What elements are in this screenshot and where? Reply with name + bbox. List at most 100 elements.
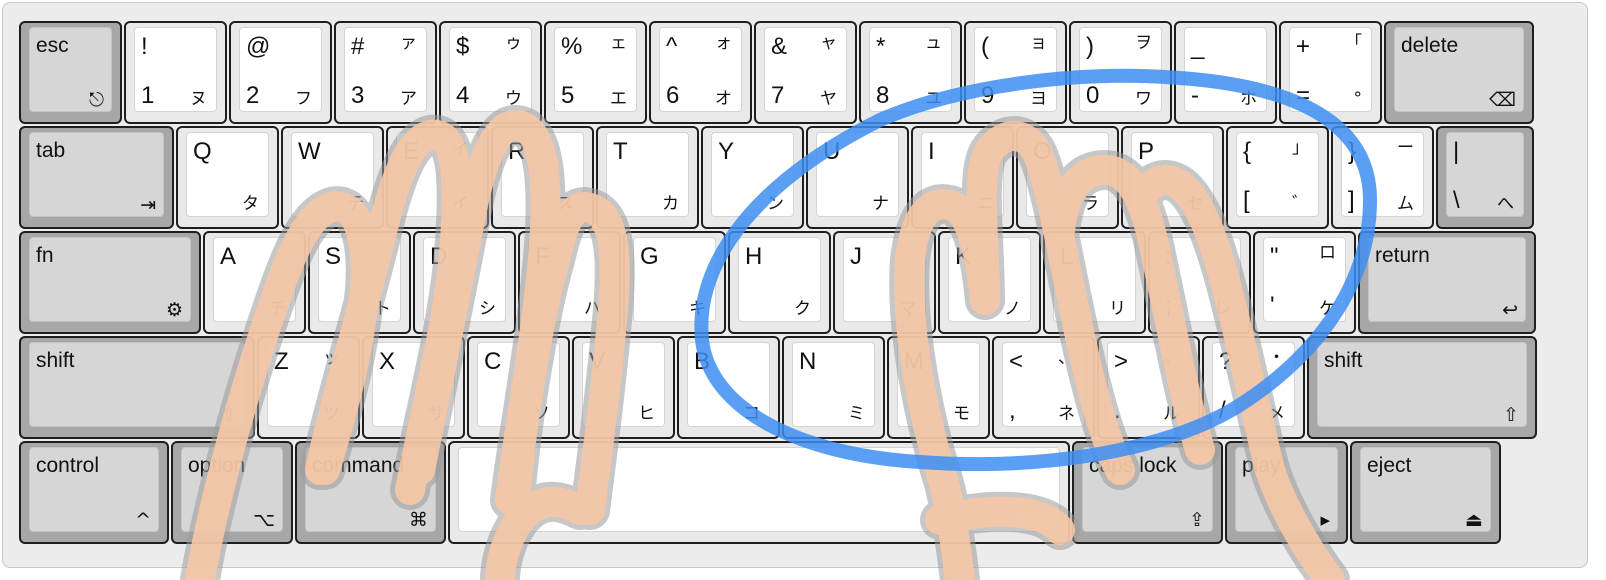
- key-shift-legend: L: [1060, 243, 1074, 270]
- key-main-legend: 3: [351, 82, 365, 109]
- key-d[interactable]: Dシ: [413, 231, 516, 334]
- key-label: fn: [36, 244, 54, 267]
- key-c[interactable]: Cソ: [467, 336, 570, 439]
- key-i[interactable]: Iニ: [911, 126, 1014, 229]
- key-lshift[interactable]: shift ⇧: [19, 336, 255, 439]
- key-kana-legend: テ: [347, 194, 364, 214]
- key-shift-legend: J: [850, 243, 862, 270]
- key-5[interactable]: % ェ 5 エ: [544, 21, 647, 124]
- key-a[interactable]: Aチ: [203, 231, 306, 334]
- key-k[interactable]: Kノ: [938, 231, 1041, 334]
- key-2[interactable]: @2 フ: [229, 21, 332, 124]
- key-m[interactable]: Mモ: [887, 336, 990, 439]
- key-minus[interactable]: _ - ホ: [1174, 21, 1277, 124]
- key-0[interactable]: ) ヲ 0 ワ: [1069, 21, 1172, 124]
- key-shift-legend: C: [484, 348, 502, 375]
- key-8[interactable]: * ュ 8 ユ: [859, 21, 962, 124]
- key-rshift[interactable]: shift ⇧: [1307, 336, 1537, 439]
- key-shift-legend: <: [1009, 348, 1024, 375]
- key-capslock[interactable]: caps lock ⇪: [1072, 441, 1223, 544]
- key-w[interactable]: Wテ: [281, 126, 384, 229]
- key-option[interactable]: option ⌥: [171, 441, 293, 544]
- key-shift-legend: {: [1243, 138, 1252, 165]
- key-shift-legend: @: [246, 33, 271, 60]
- key-n[interactable]: Nミ: [782, 336, 885, 439]
- key-kana-legend: ヨ: [1030, 89, 1047, 109]
- key-label: command: [312, 454, 405, 477]
- key-shift-legend: A: [220, 243, 237, 270]
- key-main-legend: 5: [561, 82, 575, 109]
- key-main-legend: 9: [981, 82, 995, 109]
- key-9[interactable]: ( ョ 9 ヨ: [964, 21, 1067, 124]
- key-return[interactable]: return ↩: [1358, 231, 1536, 334]
- key-e[interactable]: E ィイ: [386, 126, 489, 229]
- key-kana-legend: ミ: [848, 404, 865, 424]
- key-x[interactable]: Xサ: [362, 336, 465, 439]
- key-command[interactable]: command ⌘: [295, 441, 446, 544]
- key-f[interactable]: Fハ: [518, 231, 621, 334]
- key-y[interactable]: Yン: [701, 126, 804, 229]
- key-slash[interactable]: ? ・ / メ: [1202, 336, 1305, 439]
- key-u[interactable]: Uナ: [806, 126, 909, 229]
- key-main-legend: 2: [246, 82, 260, 109]
- key-period[interactable]: > 。. ル: [1097, 336, 1200, 439]
- key-play[interactable]: play ▸: [1225, 441, 1348, 544]
- key-equal[interactable]: + 「 = °: [1279, 21, 1382, 124]
- key-h[interactable]: Hク: [728, 231, 831, 334]
- key-j[interactable]: Jマ: [833, 231, 936, 334]
- space-bar[interactable]: [448, 441, 1070, 544]
- key-b[interactable]: Bコ: [677, 336, 780, 439]
- key-p[interactable]: Pセ: [1121, 126, 1224, 229]
- key-shift-legend: T: [613, 138, 628, 165]
- key-label: shift: [36, 349, 75, 372]
- key-shift-legend: ): [1086, 33, 1094, 60]
- key-main-legend: =: [1296, 82, 1311, 109]
- key-shift-legend: (: [981, 33, 989, 60]
- key-r[interactable]: Rス: [491, 126, 594, 229]
- key-rbracket[interactable]: } ー] ム: [1331, 126, 1434, 229]
- key-main-legend: 6: [666, 82, 680, 109]
- key-kana-shift-legend: ヲ: [1135, 33, 1152, 53]
- key-q[interactable]: Qタ: [176, 126, 279, 229]
- key-s[interactable]: Sト: [308, 231, 411, 334]
- key-control[interactable]: control ^: [19, 441, 169, 544]
- key-6[interactable]: ^ ォ 6 オ: [649, 21, 752, 124]
- key-1[interactable]: ! 1 ヌ: [124, 21, 227, 124]
- key-kana-legend: ヤ: [820, 89, 837, 109]
- key-t[interactable]: Tカ: [596, 126, 699, 229]
- key-kana-legend: オ: [715, 89, 732, 109]
- key-quote[interactable]: " ロ ' ケ: [1253, 231, 1356, 334]
- key-kana-legend: カ: [662, 194, 679, 214]
- eject-icon: ⏏: [1465, 509, 1483, 531]
- key-z[interactable]: Z ッツ: [257, 336, 360, 439]
- key-esc[interactable]: esc ⎋: [19, 21, 122, 124]
- key-l[interactable]: Lリ: [1043, 231, 1146, 334]
- key-shift-legend: :: [1165, 243, 1172, 270]
- key-3[interactable]: # ァ 3 ア: [334, 21, 437, 124]
- key-shift-legend: *: [876, 33, 886, 60]
- key-kana-legend: ワ: [1135, 89, 1152, 109]
- key-tab[interactable]: tab ⇥: [19, 126, 174, 229]
- key-7[interactable]: & ャ 7 ヤ: [754, 21, 857, 124]
- key-label: caps lock: [1089, 454, 1177, 477]
- key-semicolon[interactable]: :; レ: [1148, 231, 1251, 334]
- key-g[interactable]: Gキ: [623, 231, 726, 334]
- key-comma[interactable]: < 、, ネ: [992, 336, 1095, 439]
- key-eject[interactable]: eject ⏏: [1350, 441, 1501, 544]
- option-icon: ⌥: [253, 509, 275, 531]
- key-fn[interactable]: fn ⚙: [19, 231, 201, 334]
- key-backslash[interactable]: | \ へ: [1436, 126, 1534, 229]
- command-icon: ⌘: [409, 509, 428, 531]
- key-v[interactable]: Vヒ: [572, 336, 675, 439]
- key-o[interactable]: Oラ: [1016, 126, 1119, 229]
- key-kana-legend: キ: [689, 299, 706, 319]
- key-delete[interactable]: delete ⌫: [1384, 21, 1534, 124]
- key-kana-shift-legend: ョ: [1030, 33, 1047, 53]
- key-4[interactable]: $ ゥ 4 ウ: [439, 21, 542, 124]
- key-kana-shift-legend: ー: [1397, 138, 1414, 158]
- key-kana-shift-legend: ・: [1268, 348, 1285, 368]
- key-kana-legend: ゛: [1292, 194, 1309, 214]
- key-kana-shift-legend: ィ: [452, 138, 469, 158]
- key-label: option: [188, 454, 246, 477]
- key-lbracket[interactable]: {」 [゛: [1226, 126, 1329, 229]
